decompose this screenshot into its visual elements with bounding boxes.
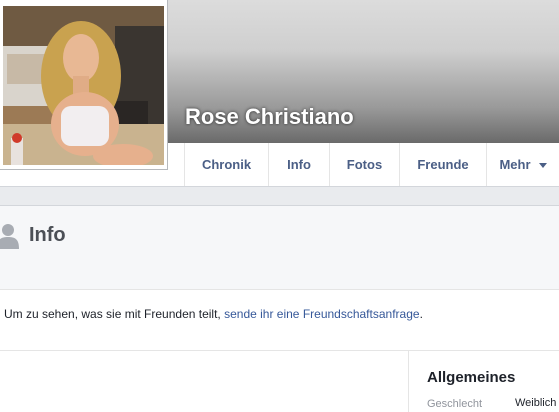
info-header: Info [0, 206, 559, 290]
general-section-title: Allgemeines [427, 369, 516, 386]
message-text: Um zu sehen, was sie mit Freunden teilt, [4, 307, 225, 321]
tab-chronik[interactable]: Chronik [184, 143, 268, 186]
tab-label: Chronik [201, 157, 252, 172]
tab-label: Fotos [346, 157, 383, 172]
person-icon [0, 223, 19, 254]
tab-freunde[interactable]: Freunde [399, 143, 486, 186]
info-title: Info [29, 224, 66, 246]
friend-request-message: Um zu sehen, was sie mit Freunden teilt,… [4, 307, 423, 321]
tab-label: Freunde [417, 157, 469, 172]
profile-picture-frame[interactable] [0, 0, 168, 170]
friend-request-link[interactable]: sende ihr eine Freundschaftsanfrage [224, 307, 419, 321]
tab-mehr[interactable]: Mehr [486, 143, 559, 186]
section-gap [0, 187, 559, 205]
gender-value: Weiblich [515, 397, 557, 409]
tab-info[interactable]: Info [268, 143, 329, 186]
column-divider [408, 351, 409, 412]
message-suffix: . [419, 307, 423, 321]
profile-picture[interactable] [3, 6, 164, 165]
divider [0, 350, 559, 351]
tab-label: Info [287, 157, 311, 172]
chevron-down-icon [538, 163, 547, 169]
info-panel: Info Um zu sehen, was sie mit Freunden t… [0, 205, 559, 412]
profile-name[interactable]: Rose Christiano [185, 104, 354, 130]
tab-fotos[interactable]: Fotos [329, 143, 399, 186]
gender-label: Geschlecht [427, 398, 483, 410]
tab-label: Mehr [499, 157, 531, 172]
